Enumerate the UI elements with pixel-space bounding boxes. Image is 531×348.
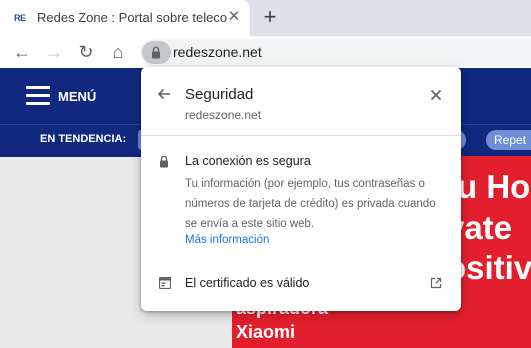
address-bar[interactable]: redeszone.net	[140, 39, 531, 66]
certificate-item[interactable]: El certificado es válido	[185, 276, 309, 290]
lock-icon	[152, 46, 160, 59]
back-button[interactable]: ←	[10, 40, 34, 64]
caption-line: Xiaomi	[236, 322, 296, 342]
close-icon[interactable]	[428, 87, 444, 103]
forward-button[interactable]: →	[42, 40, 66, 64]
popup-domain: redeszone.net	[185, 108, 262, 122]
tab-strip: RE Redes Zone : Portal sobre telecomunic…	[0, 0, 531, 36]
external-link-icon[interactable]	[430, 277, 442, 289]
connection-status: La conexión es segura	[185, 154, 311, 168]
popup-title: Seguridad	[185, 86, 254, 103]
certificate-icon	[159, 277, 171, 289]
url-text: redeszone.net	[173, 44, 262, 60]
hamburger-icon[interactable]	[26, 86, 50, 105]
tab-title: Redes Zone : Portal sobre telecomunicaci…	[37, 10, 227, 25]
arrow-back-icon[interactable]	[155, 85, 173, 103]
site-info-button[interactable]	[142, 41, 171, 64]
home-button[interactable]: ⌂	[106, 40, 130, 64]
more-info-link[interactable]: Más información	[185, 234, 269, 246]
reload-button[interactable]: ↻	[74, 40, 98, 64]
tab-close-icon[interactable]: ✕	[226, 9, 242, 25]
lock-icon	[160, 155, 168, 168]
menu-button[interactable]: MENÚ	[58, 89, 96, 104]
trending-label: EN TENDENCIA:	[40, 133, 127, 145]
browser-toolbar: ← → ↻ ⌂ redeszone.net	[0, 36, 531, 68]
divider	[141, 135, 461, 136]
connection-description: Tu información (por ejemplo, tus contras…	[185, 178, 436, 230]
site-favicon-icon: RE	[14, 13, 26, 23]
browser-tab[interactable]: RE Redes Zone : Portal sobre telecomunic…	[0, 0, 250, 36]
trending-pill[interactable]: Repet	[486, 130, 531, 150]
new-tab-button[interactable]: +	[260, 6, 280, 28]
security-popup: Seguridad redeszone.net La conexión es s…	[141, 67, 461, 311]
